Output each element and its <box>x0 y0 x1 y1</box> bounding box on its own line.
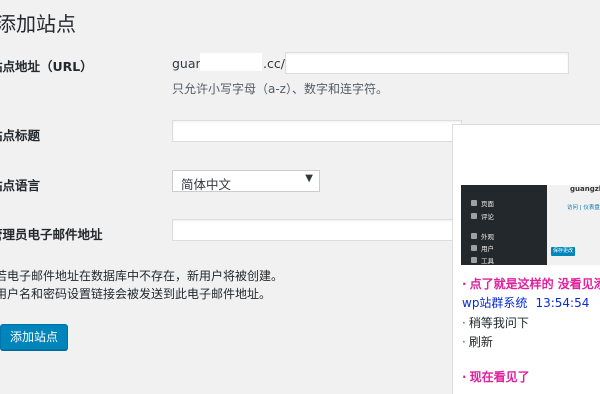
chat-message: · 稍等我问下 <box>462 314 529 331</box>
bullet-icon: · <box>462 277 467 291</box>
screenshot-menu-item: 工具 <box>481 257 494 265</box>
menu-icon <box>471 213 477 219</box>
dropdown-arrow-icon: ▼ <box>305 173 313 184</box>
menu-icon <box>471 233 477 239</box>
site-title-input[interactable] <box>172 120 462 142</box>
site-language-label: 站点语言 <box>0 178 41 193</box>
chat-message: ·点了就是这样的 没看见添加 <box>462 275 600 292</box>
chat-message: · 现在看见了 <box>462 368 530 385</box>
page-title: 添加站点 <box>0 12 76 36</box>
bullet-icon: · <box>462 335 466 349</box>
screenshot-site-links: 访问 | 仪表盘 <box>567 205 600 211</box>
screenshot-site-title: guangzh <box>570 185 600 193</box>
chat-message-text: 稍等我问下 <box>468 316 529 330</box>
email-note-line1: 若电子邮件地址在数据库中不存在，新用户将被创建。 <box>0 269 284 283</box>
site-address-suffix: .cc/ <box>263 56 285 71</box>
admin-email-input[interactable] <box>172 219 462 241</box>
chat-sender-line: wp站群系统 13:54:54 <box>462 294 589 311</box>
site-title-label: 站点标题 <box>0 128 41 143</box>
bullet-icon: · <box>462 370 467 384</box>
menu-icon <box>471 257 477 263</box>
chat-message-text: 刷新 <box>468 335 493 349</box>
chat-time: 13:54:54 <box>535 296 590 310</box>
site-language-value: 简体中文 <box>181 177 232 192</box>
admin-email-label: 管理员电子邮件地址 <box>0 227 103 242</box>
screenshot-menu-item: 评论 <box>481 213 494 221</box>
chat-message-text: 现在看见了 <box>469 370 530 384</box>
add-site-button[interactable]: 添加站点 <box>0 324 69 350</box>
screenshot-menu-item: 外观 <box>481 233 494 241</box>
site-address-prefix: guan <box>172 56 204 71</box>
site-address-label: 站点地址（URL） <box>0 59 93 74</box>
chat-sender: wp站群系统 <box>462 296 528 310</box>
bullet-icon: · <box>462 316 466 330</box>
redacted-domain <box>200 53 262 71</box>
screenshot-menu-item: 用户 <box>481 245 494 253</box>
site-language-select[interactable]: 简体中文 ▼ <box>172 170 320 192</box>
site-address-hint: 只允许小写字母（a-z）、数字和连字符。 <box>172 82 388 96</box>
email-note-line2: 用户名和密码设置链接会被发送到此电子邮件地址。 <box>0 287 272 301</box>
menu-icon <box>471 245 477 251</box>
menu-icon <box>471 200 477 206</box>
chat-message-text: 点了就是这样的 没看见添加 <box>469 277 600 291</box>
screenshot-menu-item: 页面 <box>481 200 494 208</box>
site-address-input[interactable] <box>285 52 569 74</box>
screenshot-save-button: 保存更改 <box>551 247 575 256</box>
chat-screenshot-image[interactable]: 页面 评论 外观 用户 工具 guangzh 访问 | 仪表盘 保存更改 <box>461 185 600 265</box>
chat-message: · 刷新 <box>462 333 493 350</box>
